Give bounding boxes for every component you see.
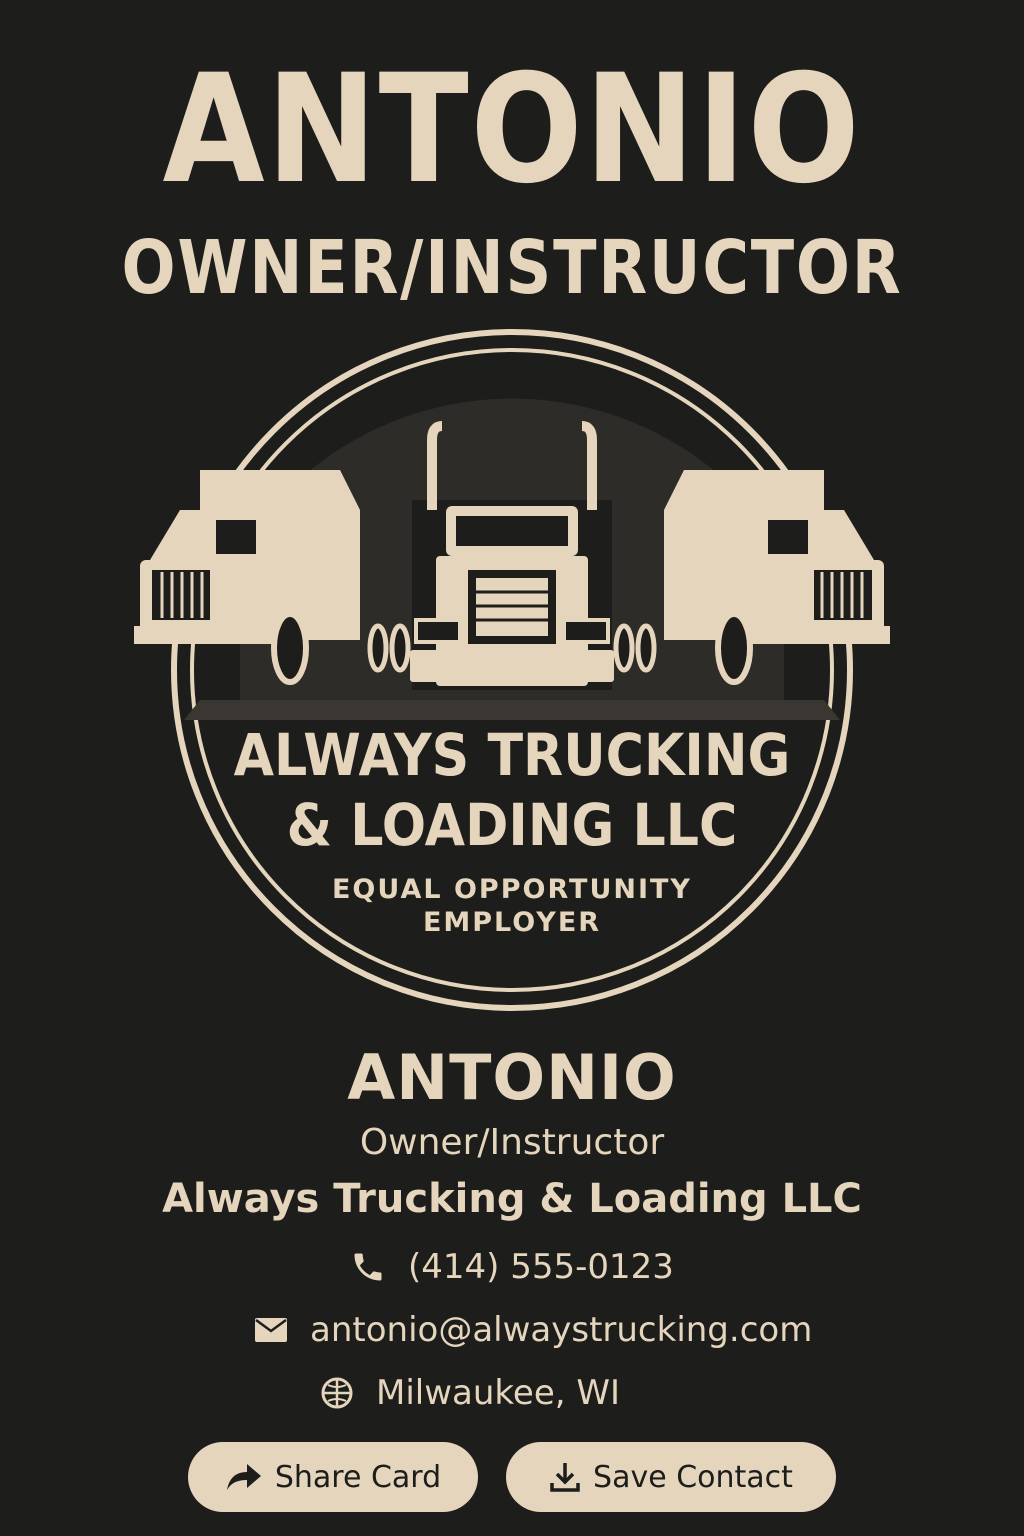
mail-icon bbox=[254, 1317, 288, 1343]
email-row[interactable]: antonio@alwaystrucking.com bbox=[254, 1305, 812, 1355]
company-logo: ALWAYS TRUCKING & LOADING LLC EQUAL OPPO… bbox=[120, 320, 904, 1020]
location-text: Milwaukee, WI bbox=[376, 1373, 620, 1413]
location-row: Milwaukee, WI bbox=[320, 1368, 620, 1418]
download-icon bbox=[549, 1461, 581, 1493]
header-name: ANTONIO bbox=[162, 43, 862, 217]
share-card-label: Share Card bbox=[274, 1459, 442, 1495]
save-contact-label: Save Contact bbox=[593, 1459, 793, 1495]
logo-tagline-line1: EQUAL OPPORTUNITY bbox=[331, 874, 692, 905]
phone-row[interactable]: (414) 555-0123 bbox=[350, 1242, 674, 1292]
logo-tagline-line2: EMPLOYER bbox=[422, 907, 602, 938]
logo-company-line2: & LOADING LLC bbox=[286, 791, 738, 859]
phone-number[interactable]: (414) 555-0123 bbox=[408, 1247, 674, 1287]
share-card-button[interactable]: Share Card bbox=[188, 1442, 478, 1512]
logo-company-line1: ALWAYS TRUCKING bbox=[233, 721, 791, 789]
phone-icon bbox=[350, 1249, 386, 1285]
header-title: OWNER/INSTRUCTOR bbox=[121, 225, 903, 311]
share-arrow-icon bbox=[225, 1462, 263, 1492]
save-contact-button[interactable]: Save Contact bbox=[506, 1442, 836, 1512]
globe-icon bbox=[320, 1376, 354, 1410]
card-role: Owner/Instructor bbox=[359, 1122, 665, 1163]
email-address[interactable]: antonio@alwaystrucking.com bbox=[310, 1310, 812, 1350]
card-company: Always Trucking & Loading LLC bbox=[162, 1176, 862, 1222]
card-name: ANTONIO bbox=[347, 1041, 677, 1114]
